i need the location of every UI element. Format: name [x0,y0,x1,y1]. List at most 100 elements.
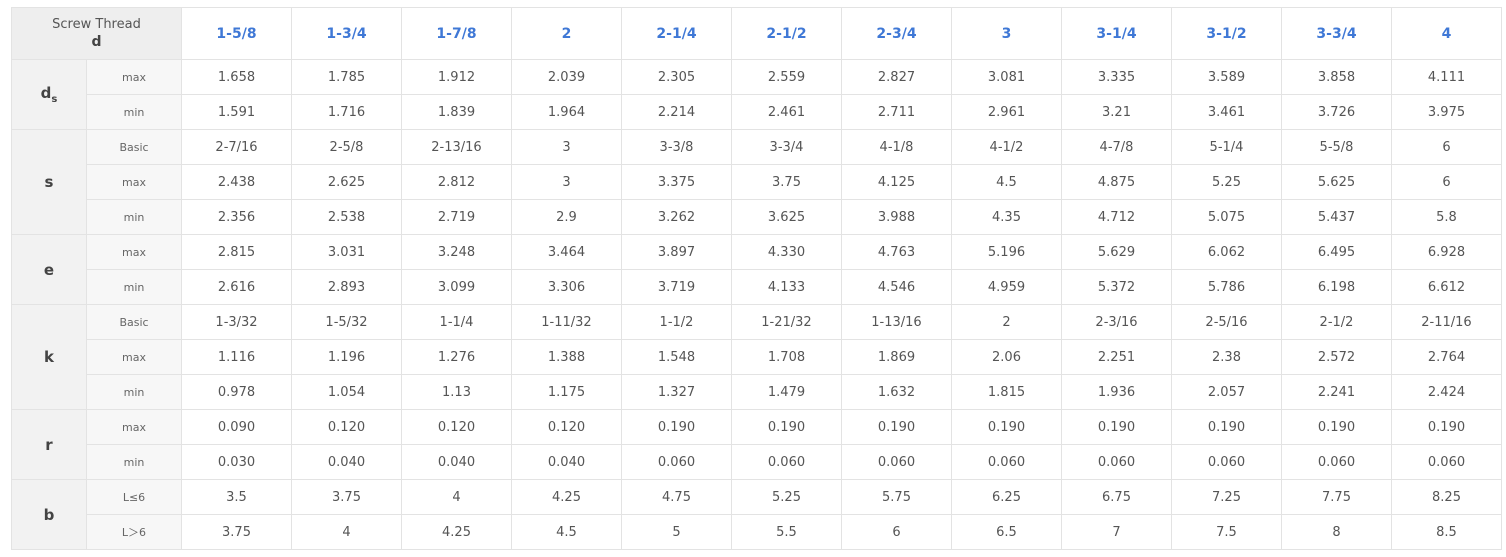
value-cell: 5 [621,514,732,550]
value-cell: 1-1/2 [621,304,732,340]
row-qualifier-label: max [86,234,182,270]
value-cell: 5.075 [1171,199,1282,235]
value-cell: 5.5 [731,514,842,550]
parameter-label: s [44,173,54,191]
value-cell: 1.276 [401,339,512,375]
value-cell: 0.190 [1281,409,1392,445]
value-cell: 4 [401,479,512,515]
value-cell: 3.464 [511,234,622,270]
value-cell: 4-1/8 [841,129,952,165]
table-corner-header: Screw Thread d [11,7,182,60]
value-cell: 5.437 [1281,199,1392,235]
value-cell: 4.133 [731,269,842,305]
row-qualifier-label: Basic [86,304,182,340]
value-cell: 2.38 [1171,339,1282,375]
value-cell: 3.031 [291,234,402,270]
value-cell: 0.040 [511,444,622,480]
value-cell: 3.719 [621,269,732,305]
value-cell: 2.764 [1391,339,1502,375]
value-cell: 6 [1391,164,1502,200]
value-cell: 3.75 [291,479,402,515]
value-cell: 0.060 [951,444,1062,480]
value-cell: 2.424 [1391,374,1502,410]
value-cell: 2.039 [511,59,622,95]
value-cell: 3.306 [511,269,622,305]
row-qualifier-label: max [86,164,182,200]
value-cell: 1.785 [291,59,402,95]
value-cell: 6.75 [1061,479,1172,515]
row-qualifier-label: max [86,409,182,445]
value-cell: 0.090 [181,409,292,445]
parameter-label: k [44,348,54,366]
value-cell: 1.912 [401,59,512,95]
value-cell: 3-3/8 [621,129,732,165]
value-cell: 3.081 [951,59,1062,95]
value-cell: 8.25 [1391,479,1502,515]
value-cell: 0.120 [511,409,622,445]
value-cell: 5.625 [1281,164,1392,200]
value-cell: 5.8 [1391,199,1502,235]
value-cell: 3.988 [841,199,952,235]
value-cell: 3.75 [731,164,842,200]
value-cell: 7.5 [1171,514,1282,550]
value-cell: 3.461 [1171,94,1282,130]
parameter-cell: e [11,234,87,305]
value-cell: 3.975 [1391,94,1502,130]
value-cell: 4.25 [511,479,622,515]
value-cell: 3 [511,129,622,165]
value-cell: 2.9 [511,199,622,235]
value-cell: 4.25 [401,514,512,550]
value-cell: 2.719 [401,199,512,235]
value-cell: 1.13 [401,374,512,410]
value-cell: 1-3/32 [181,304,292,340]
value-cell: 0.190 [841,409,952,445]
size-header: 3-1/2 [1171,7,1282,60]
value-cell: 2.625 [291,164,402,200]
value-cell: 2 [951,304,1062,340]
value-cell: 0.190 [1061,409,1172,445]
value-cell: 4.763 [841,234,952,270]
size-header: 3-1/4 [1061,7,1172,60]
value-cell: 4.959 [951,269,1062,305]
value-cell: 1.964 [511,94,622,130]
size-header: 4 [1391,7,1502,60]
size-header: 2-3/4 [841,7,952,60]
value-cell: 0.060 [841,444,952,480]
value-cell: 1.196 [291,339,402,375]
row-qualifier-label: min [86,94,182,130]
value-cell: 0.060 [1061,444,1172,480]
value-cell: 2.538 [291,199,402,235]
table-row: max 1.116 1.196 1.276 1.388 1.548 1.708 1.869 2.… [12,339,1502,375]
value-cell: 2-13/16 [401,129,512,165]
value-cell: 0.190 [951,409,1062,445]
value-cell: 2-3/16 [1061,304,1172,340]
parameter-cell: r [11,409,87,480]
value-cell: 2.893 [291,269,402,305]
value-cell: 8.5 [1391,514,1502,550]
table-row: min 1.591 1.716 1.839 1.964 2.214 2.461 2.711 2.… [12,94,1502,130]
size-header: 1-7/8 [401,7,512,60]
table-body: ds max 1.658 1.785 1.912 2.039 2.305 2.559 2.827… [11,59,1502,550]
value-cell: 2.356 [181,199,292,235]
value-cell: 0.190 [621,409,732,445]
value-cell: 6.062 [1171,234,1282,270]
value-cell: 3 [511,164,622,200]
value-cell: 6.928 [1391,234,1502,270]
value-cell: 6.25 [951,479,1062,515]
row-qualifier-label: L＞6 [86,514,182,550]
value-cell: 5.196 [951,234,1062,270]
parameter-cell: b [11,479,87,550]
value-cell: 2.827 [841,59,952,95]
size-header: 2-1/4 [621,7,732,60]
value-cell: 5.629 [1061,234,1172,270]
row-qualifier-label: min [86,444,182,480]
value-cell: 0.120 [291,409,402,445]
table-row: min 0.978 1.054 1.13 1.175 1.327 1.479 1.632 1.8… [12,374,1502,410]
row-qualifier-label: min [86,269,182,305]
table-row: L＞6 3.75 4 4.25 4.5 5 5.5 6 6.5 7 7.5 8 8.5 [12,514,1502,550]
value-cell: 1.658 [181,59,292,95]
size-header: 3-3/4 [1281,7,1392,60]
value-cell: 2.812 [401,164,512,200]
parameter-cell: s [11,129,87,235]
table-row: k Basic 1-3/32 1-5/32 1-1/4 1-11/32 1-1/2 1-21/… [11,304,1502,410]
